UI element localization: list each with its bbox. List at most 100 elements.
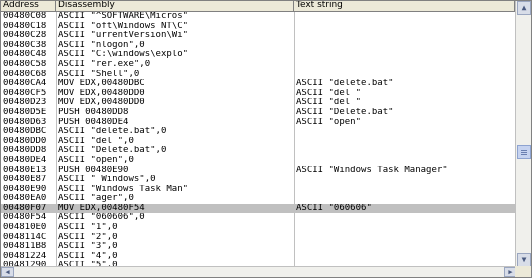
table-row[interactable]: 00480C08 ASCII "^SOFTWARE\Micros" (1, 12, 515, 22)
row-address: 00480C48 (3, 50, 47, 60)
text-strings-window: Address Disassembly Text string 00480C08… (0, 0, 532, 278)
row-text-string (294, 22, 515, 32)
row-address: 00480CA4 (3, 79, 47, 89)
row-disassembly: MOV EDX,00480DD0 (58, 88, 145, 98)
table-row[interactable]: 00480E13 PUSH 00480E90 ASCII "Windows Task… (1, 166, 515, 176)
row-disassembly: ASCII "nlogon",0 (58, 40, 145, 50)
row-disassembly: ASCII "^SOFTWARE\Micros" (58, 12, 189, 21)
row-address: 00480D63 (3, 117, 47, 127)
row-text-string (294, 50, 515, 60)
row-address: 00480C68 (3, 69, 47, 79)
row-text-string (294, 233, 515, 243)
row-address: 00480F54 (3, 213, 47, 223)
row-text-string (294, 252, 515, 262)
row-disassembly: MOV EDX,00480F54 (58, 203, 145, 213)
row-address: 00480DBC (3, 127, 47, 137)
string-list[interactable]: 00480C08 ASCII "^SOFTWARE\Micros" 00480C18… (1, 12, 515, 268)
table-row[interactable]: 0048114C ASCII "2",0 (1, 233, 515, 243)
table-row[interactable]: 00480C18 ASCII "oft\Windows NT\C" (1, 22, 515, 32)
row-disassembly: MOV EDX,00480DBC (58, 79, 145, 89)
table-row[interactable]: 00480F54 ASCII "060606",0 (1, 213, 515, 223)
row-disassembly: ASCII "060606",0 (58, 213, 145, 223)
horizontal-scrollbar[interactable]: ◀ ▶ (1, 266, 517, 277)
table-row[interactable]: 004811B8 ASCII "3",0 (1, 242, 515, 252)
row-address: 0048114C (3, 232, 47, 242)
row-address: 00480E90 (3, 184, 47, 194)
row-text-string (294, 12, 515, 22)
table-row[interactable]: 00480C28 ASCII "urrentVersion\Wi" (1, 31, 515, 41)
row-address: 00480E87 (3, 175, 47, 185)
row-text-string: ASCII "delete.bat" (296, 79, 394, 89)
row-text-string (294, 185, 515, 195)
row-address: 00480D23 (3, 98, 47, 108)
row-disassembly: PUSH 00480DD8 (58, 107, 129, 117)
row-disassembly: PUSH 00480E90 (58, 165, 129, 175)
row-disassembly: ASCII "2",0 (58, 232, 118, 242)
row-address: 00480DD0 (3, 136, 47, 146)
row-disassembly: ASCII "open",0 (58, 155, 134, 165)
row-disassembly: PUSH 00480DE4 (58, 117, 129, 127)
row-text-string (294, 242, 515, 252)
table-row[interactable]: 00480D63 PUSH 00480DE4 ASCII "open" (1, 118, 515, 128)
row-address: 00480C28 (3, 31, 47, 41)
row-text-string (294, 213, 515, 223)
header-text-string[interactable]: Text string (294, 1, 515, 11)
row-address: 00480D5E (3, 107, 47, 117)
table-row[interactable]: 00480EA0 ASCII "ager",0 (1, 194, 515, 204)
scroll-left-button[interactable]: ◀ (1, 267, 14, 277)
row-disassembly: ASCII "del ",0 (58, 136, 134, 146)
table-row[interactable]: 00480C58 ASCII "rer.exe",0 (1, 60, 515, 70)
row-disassembly: ASCII "Shell",0 (58, 69, 140, 79)
scroll-thumb[interactable] (517, 145, 531, 159)
scroll-up-button[interactable]: ▲ (517, 1, 531, 15)
table-row[interactable]: 00481224 ASCII "4",0 (1, 252, 515, 262)
table-row[interactable]: 00480C48 ASCII "C:\windows\explo" (1, 50, 515, 60)
table-row[interactable]: 00480C68 ASCII "Shell",0 (1, 70, 515, 80)
row-disassembly: ASCII "C:\windows\explo" (58, 50, 189, 60)
row-text-string (294, 194, 515, 204)
row-disassembly: ASCII "urrentVersion\Wi" (58, 31, 189, 41)
row-text-string (294, 127, 515, 137)
table-row[interactable]: 004810E0 ASCII "1",0 (1, 223, 515, 233)
table-row[interactable]: 00480D23 MOV EDX,00480DD0 ASCII "del " (1, 98, 515, 108)
row-disassembly: ASCII "3",0 (58, 242, 118, 252)
table-row[interactable]: 00480CA4 MOV EDX,00480DBC ASCII "delete.ba… (1, 79, 515, 89)
header-disassembly[interactable]: Disassembly (56, 1, 294, 11)
row-address: 00481224 (3, 251, 47, 261)
table-row[interactable]: 00480E87 ASCII " Windows",0 (1, 175, 515, 185)
triangle-down-icon: ▼ (521, 255, 527, 264)
row-address: 00480F07 (3, 203, 47, 213)
scroll-down-button[interactable]: ▼ (517, 253, 531, 267)
triangle-up-icon: ▲ (521, 3, 527, 12)
row-address: 00480C08 (3, 12, 47, 21)
row-text-string: ASCII "del " (296, 88, 362, 98)
row-text-string (294, 70, 515, 80)
table-row[interactable]: 00480DE4 ASCII "open",0 (1, 156, 515, 166)
header-address[interactable]: Address (1, 1, 56, 11)
table-row[interactable]: 00480DD0 ASCII "del ",0 (1, 137, 515, 147)
row-text-string (294, 31, 515, 41)
row-text-string: ASCII "060606" (296, 203, 372, 213)
row-text-string: ASCII "Delete.bat" (296, 107, 394, 117)
vertical-scrollbar[interactable]: ▲ ▼ (515, 1, 531, 267)
row-text-string: ASCII "open" (296, 117, 362, 127)
row-text-string: ASCII "Windows Task Manager" (296, 165, 448, 175)
table-row[interactable]: 00480D5E PUSH 00480DD8 ASCII "Delete.bat" (1, 108, 515, 118)
table-row[interactable]: 00480E90 ASCII "Windows Task Man" (1, 185, 515, 195)
row-disassembly: ASCII "delete.bat",0 (58, 127, 167, 137)
row-disassembly: ASCII "ager",0 (58, 194, 134, 204)
table-row[interactable]: 00480CF5 MOV EDX,00480DD0 ASCII "del " (1, 89, 515, 99)
row-address: 004811B8 (3, 242, 47, 252)
row-text-string (294, 137, 515, 147)
table-row[interactable]: 00480F07 MOV EDX,00480F54 ASCII "060606" (1, 203, 515, 214)
row-address: 00480EA0 (3, 194, 47, 204)
row-text-string: ASCII "del " (296, 98, 362, 108)
table-row[interactable]: 00480DD8 ASCII "Delete.bat",0 (1, 146, 515, 156)
row-text-string (294, 156, 515, 166)
table-row[interactable]: 00480DBC ASCII "delete.bat",0 (1, 127, 515, 137)
table-row[interactable]: 00480C38 ASCII "nlogon",0 (1, 41, 515, 51)
row-address: 00480CF5 (3, 88, 47, 98)
row-text-string (294, 41, 515, 51)
row-disassembly: ASCII "1",0 (58, 223, 118, 233)
triangle-right-icon: ▶ (508, 268, 513, 276)
